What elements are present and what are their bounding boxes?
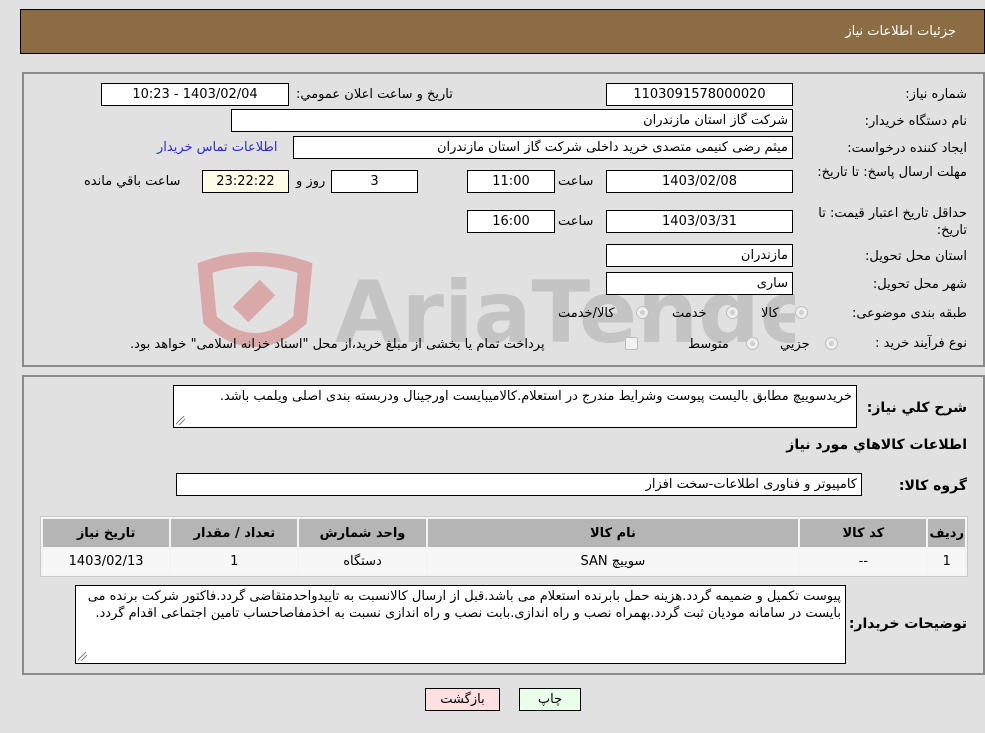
buyer-notes-label: توضیحات خریدار:: [848, 616, 967, 632]
goods-group-label: گروه کالا:: [898, 478, 967, 494]
response-deadline-time: 11:00: [467, 170, 555, 193]
days-label: روز و: [296, 174, 326, 189]
table-row: 1 -- سوییچ SAN دستگاه 1 1403/02/13: [43, 549, 965, 574]
buyer-notes-text: پیوست تکمیل و ضمیمه گردد.هزینه حمل بابرن…: [87, 589, 841, 621]
col-item-code: کد کالا: [800, 519, 927, 547]
items-table: ردیف کد کالا نام کالا واحد شمارش تعداد /…: [40, 516, 968, 577]
col-item-name: نام کالا: [427, 519, 799, 547]
col-unit: واحد شمارش: [299, 519, 426, 547]
goods-group-field: کامپیوتر و فناوری اطلاعات-سخت افزار: [176, 473, 862, 496]
price-validity-label: حداقل تاریخ اعتبار قیمت: تا تاریخ:: [818, 206, 967, 238]
buyer-notes-textarea[interactable]: پیوست تکمیل و ضمیمه گردد.هزینه حمل بابرن…: [75, 585, 846, 664]
announce-datetime-label: تاریخ و ساعت اعلان عمومي:: [296, 87, 453, 102]
purchase-option-medium: متوسط: [688, 337, 729, 352]
price-validity-time-label: ساعت: [558, 214, 594, 229]
response-time-label: ساعت: [558, 174, 594, 189]
delivery-city-field: ساری: [606, 272, 793, 295]
cell-unit: دستگاه: [299, 549, 426, 574]
price-validity-date: 1403/03/31: [606, 210, 793, 233]
cell-item-name: سوییچ SAN: [427, 549, 799, 574]
category-radio-goods-service[interactable]: [636, 306, 649, 319]
purchase-option-minor: جزيي: [780, 337, 810, 352]
response-deadline-label: مهلت ارسال پاسخ: تا تاریخ:: [817, 165, 967, 180]
need-number-field: 1103091578000020: [606, 83, 793, 106]
print-button[interactable]: چاپ: [519, 688, 581, 711]
need-number-label: شماره نیاز:: [905, 87, 967, 102]
buyer-org-field: شرکت گاز استان مازندران: [231, 109, 793, 132]
col-row-number: ردیف: [928, 519, 965, 547]
col-quantity: تعداد / مقدار: [171, 519, 298, 547]
delivery-province-label: استان محل تحویل:: [865, 249, 967, 264]
page-header: جزئیات اطلاعات نیاز: [20, 9, 985, 54]
purchase-radio-medium[interactable]: [746, 337, 759, 350]
description-textarea[interactable]: خریدسوییچ مطابق بالیست پیوست وشرایط مندر…: [173, 385, 857, 428]
cell-need-date: 1403/02/13: [43, 549, 170, 574]
description-text: خریدسوییچ مطابق بالیست پیوست وشرایط مندر…: [219, 389, 852, 404]
remaining-time-label: ساعت باقي مانده: [84, 174, 181, 189]
requester-field: میثم رضی کنیمی متصدی خرید داخلی شرکت گاز…: [293, 136, 793, 159]
buyer-org-label: نام دستگاه خریدار:: [864, 114, 967, 129]
treasury-payment-note: پرداخت تمام یا بخشی از مبلغ خرید،از محل …: [130, 337, 545, 352]
category-option-goods: کالا: [761, 306, 779, 321]
remaining-time: 23:22:22: [202, 170, 289, 193]
resize-grip-icon[interactable]: [78, 652, 87, 661]
purchase-type-label: نوع فرآیند خرید :: [875, 336, 967, 351]
category-label: طبقه بندی موضوعی:: [851, 306, 967, 321]
purchase-radio-minor[interactable]: [825, 337, 838, 350]
items-heading: اطلاعات كالاهاي مورد نياز: [786, 437, 967, 453]
treasury-payment-checkbox[interactable]: [625, 337, 638, 350]
category-option-service: خدمت: [672, 306, 707, 321]
delivery-province-field: مازندران: [606, 244, 793, 267]
cell-item-code: --: [800, 549, 927, 574]
category-option-goods-service: کالا/خدمت: [558, 306, 615, 321]
delivery-city-label: شهر محل تحویل:: [872, 277, 967, 292]
page-title: جزئیات اطلاعات نیاز: [845, 24, 956, 39]
requester-label: ایجاد کننده درخواست:: [847, 141, 967, 156]
resize-grip-icon[interactable]: [176, 416, 185, 425]
description-label: شرح كلي نياز:: [866, 400, 967, 416]
category-radio-goods[interactable]: [795, 306, 808, 319]
buyer-contact-link[interactable]: اطلاعات تماس خریدار: [157, 140, 277, 155]
cell-quantity: 1: [171, 549, 298, 574]
table-header-row: ردیف کد کالا نام کالا واحد شمارش تعداد /…: [43, 519, 965, 547]
col-need-date: تاریخ نیاز: [43, 519, 170, 547]
remaining-days: 3: [331, 170, 418, 193]
announce-datetime-field: 1403/02/04 - 10:23: [101, 83, 289, 106]
cell-row-number: 1: [928, 549, 965, 574]
back-button[interactable]: بازگشت: [425, 688, 500, 711]
category-radio-service[interactable]: [726, 306, 739, 319]
response-deadline-date: 1403/02/08: [606, 170, 793, 193]
price-validity-time: 16:00: [467, 210, 555, 233]
